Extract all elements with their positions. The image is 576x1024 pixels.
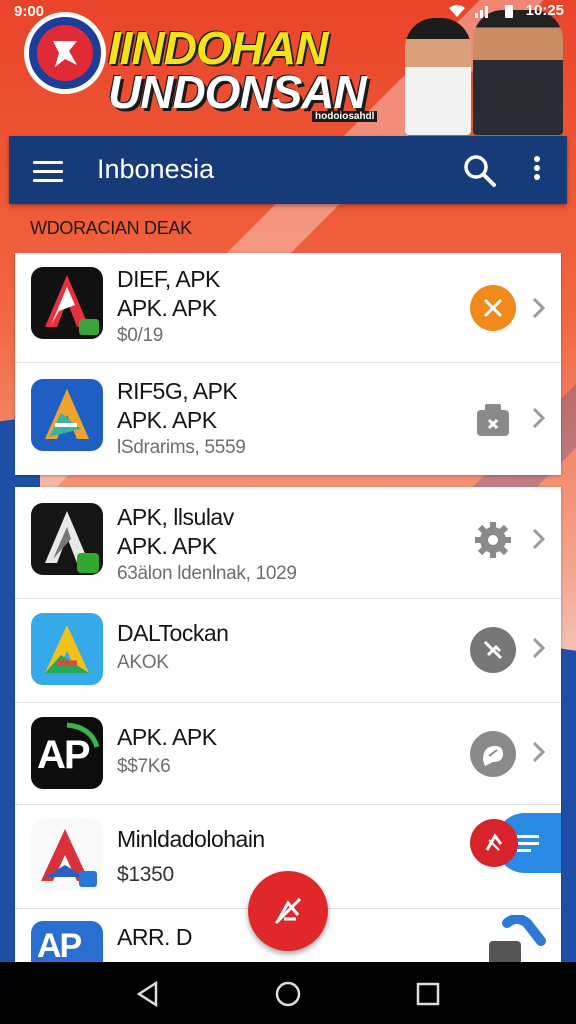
tools-icon[interactable]	[477, 915, 547, 967]
menu-icon[interactable]	[33, 157, 63, 183]
banner-subtitle: hodoiosahdl	[312, 111, 378, 122]
chevron-right-icon	[532, 528, 546, 550]
app-icon	[31, 613, 103, 685]
chevron-right-icon	[532, 637, 546, 659]
banner-title-line1: IINDOHAN	[108, 22, 328, 74]
app-list-card: DIEF, APK APK. APK $0/19 RIF5G, APK APK.…	[15, 253, 561, 475]
chevron-right-icon	[532, 297, 546, 319]
list-item[interactable]: DALTockan AKOK	[15, 599, 561, 703]
unlink-icon[interactable]	[470, 627, 516, 673]
app-icon-text: AP	[37, 927, 82, 965]
section-heading: WDORACIAN DEAK	[30, 218, 192, 238]
recents-icon[interactable]	[414, 980, 442, 1008]
brand-logo-icon	[24, 12, 106, 94]
package-icon[interactable]	[470, 397, 516, 443]
app-name: APK. APK	[117, 724, 217, 750]
fab-button[interactable]	[248, 871, 328, 951]
app-icon	[31, 379, 103, 451]
app-type: APK. APK	[117, 295, 217, 321]
back-icon[interactable]	[134, 980, 162, 1008]
app-name: DALTockan	[117, 620, 229, 646]
battery-icon	[504, 4, 513, 18]
app-icon	[31, 819, 103, 891]
app-name: Minldadolohain	[117, 826, 265, 852]
chevron-right-icon	[532, 407, 546, 429]
app-meta: AKOK	[117, 652, 169, 673]
close-icon[interactable]	[470, 285, 516, 331]
status-time: 9:00	[14, 3, 45, 20]
app-name: ARR. D	[117, 924, 192, 950]
toolbar-title: Inbonesia	[97, 154, 215, 184]
banner-title-line2: UNDONSAN	[108, 66, 367, 118]
banner-person-image	[405, 18, 471, 135]
app-type: APK. APK	[117, 407, 217, 433]
app-meta: 63älon ldenlnak, 1029	[117, 563, 297, 584]
wifi-icon	[448, 4, 465, 17]
list-item[interactable]: RIF5G, APK APK. APK lSdrarims, 5559	[15, 363, 561, 475]
app-icon: AP	[31, 717, 103, 789]
app-name: RIF5G, APK	[117, 378, 238, 404]
banner-title: IINDOHAN UNDONSAN	[108, 22, 367, 118]
app-name: DIEF, APK	[117, 266, 220, 292]
more-vert-icon[interactable]	[529, 153, 545, 189]
app-icon	[31, 267, 103, 339]
app-meta: $1350	[117, 863, 174, 886]
banner-person-image	[473, 10, 563, 135]
list-item[interactable]: APK, llsulav APK. APK 63älon ldenlnak, 1…	[15, 487, 561, 599]
system-nav-bar	[0, 962, 576, 1024]
no-sim-icon	[274, 897, 302, 925]
status-bar: 9:00 10:25	[0, 0, 576, 24]
refresh-icon[interactable]	[470, 819, 518, 867]
search-icon[interactable]	[462, 153, 498, 189]
chat-icon[interactable]	[470, 731, 516, 777]
app-type: APK. APK	[117, 533, 217, 559]
app-toolbar: Inbonesia	[9, 136, 567, 204]
home-icon[interactable]	[274, 980, 302, 1008]
app-meta: $0/19	[117, 325, 164, 346]
app-meta: lSdrarims, 5559	[117, 437, 246, 458]
app-name: APK, llsulav	[117, 504, 234, 530]
gear-icon[interactable]	[470, 517, 516, 563]
app-icon	[31, 503, 103, 575]
list-item[interactable]: AP APK. APK $$7K6	[15, 703, 561, 805]
signal-icon	[474, 5, 488, 18]
status-clock: 10:25	[525, 2, 564, 19]
chevron-right-icon	[532, 741, 546, 763]
app-meta: $$7K6	[117, 756, 171, 777]
list-item[interactable]: DIEF, APK APK. APK $0/19	[15, 253, 561, 363]
